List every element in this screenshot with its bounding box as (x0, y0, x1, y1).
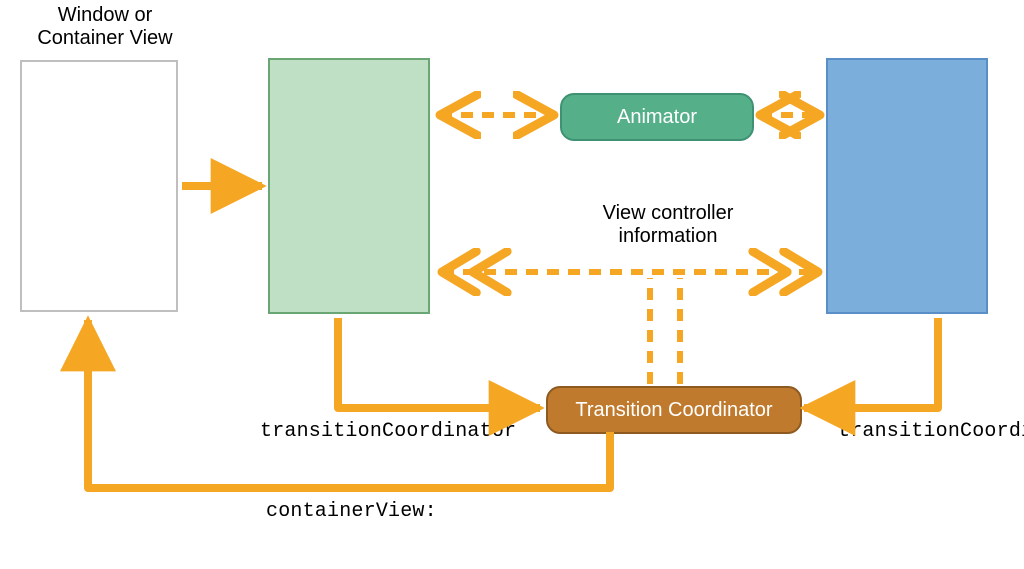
blue-vc-box (826, 58, 988, 314)
arrow-green-to-coord (338, 318, 540, 408)
container-view-label: containerView: (266, 500, 486, 523)
coordinator-label: Transition Coordinator (575, 399, 772, 422)
diagram-stage: Window or Container View Animator Transi… (0, 0, 1024, 569)
vc-info-label: View controller information (548, 202, 788, 248)
tc-left-label: transitionCoordinator (260, 420, 550, 443)
window-title: Window or Container View (20, 4, 190, 50)
green-vc-box (268, 58, 430, 314)
arrow-blue-to-coord (804, 318, 938, 408)
arrow-coord-to-window (88, 320, 610, 488)
animator-pill: Animator (560, 93, 754, 141)
animator-label: Animator (617, 106, 697, 129)
tc-right-label: transitionCoordinator (838, 420, 1024, 443)
coordinator-pill: Transition Coordinator (546, 386, 802, 434)
window-box (20, 60, 178, 312)
